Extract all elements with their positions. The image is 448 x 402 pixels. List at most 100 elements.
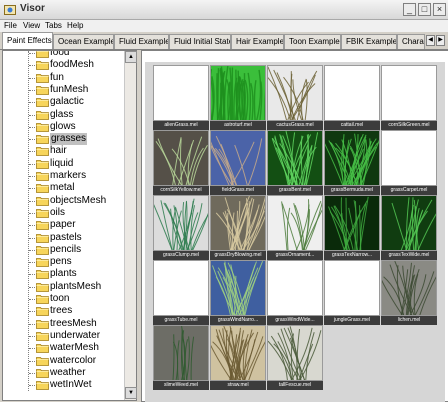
folder-icon [36,184,49,194]
tree-item-label: pencils [50,243,82,255]
grass-preview-image [210,195,266,251]
preset-thumbnail[interactable]: cornSilkGreen.mel [381,65,437,131]
tree-item-pastels[interactable]: pastels [29,232,124,244]
tree-item-grasses[interactable]: grasses [29,133,124,146]
tab-fluid-examples[interactable]: Fluid Examples [114,34,169,49]
tree-branch-line [29,163,35,165]
preset-filename: grassWindNarro... [210,316,266,325]
preset-thumbnail[interactable]: grassTube.mel [153,260,209,326]
tree-item-food[interactable]: food [29,51,124,59]
tree-item-toon[interactable]: toon [29,293,124,305]
tree-item-galactic[interactable]: galactic [29,96,124,108]
tree-item-plants[interactable]: plants [29,268,124,280]
tree-item-pencils[interactable]: pencils [29,244,124,256]
maximize-button[interactable]: □ [418,3,431,16]
tree-item-fun[interactable]: fun [29,72,124,84]
tab-hair-examples[interactable]: Hair Examples [231,34,284,49]
menu-file[interactable]: File [4,21,17,30]
preset-thumbnail[interactable]: grassTexWide.mel [381,195,437,261]
preset-thumbnail[interactable]: grassBent.mel [267,130,323,196]
tree-item-trees[interactable]: trees [29,305,124,317]
scroll-up-arrow-icon[interactable]: ▲ [125,51,137,63]
folder-icon [36,282,49,292]
tree-item-wetInWet[interactable]: wetInWet [29,379,124,391]
tab-paint-effects[interactable]: Paint Effects [2,32,53,49]
preset-filename: grassTexNarrow... [324,251,380,260]
tree-item-metal[interactable]: metal [29,182,124,194]
tab-chara[interactable]: Chara [397,34,425,49]
tree-item-label: objectsMesh [50,194,107,206]
preset-thumbnail[interactable]: slimeWeed.mel [153,325,209,391]
tab-scroll-right-button[interactable]: ▶ [436,35,445,46]
preset-thumbnail[interactable]: straw.mel [210,325,266,391]
tree-item-pens[interactable]: pens [29,256,124,268]
menu-tabs[interactable]: Tabs [45,21,62,30]
tree-branch-line [29,151,35,153]
preset-thumbnail[interactable]: grassBermuda.mel [324,130,380,196]
grass-preview-image [381,65,437,121]
preset-thumbnail[interactable]: alienGrass.mel [153,65,209,131]
tree-item-liquid[interactable]: liquid [29,158,124,170]
preset-filename: grassTube.mel [153,316,209,325]
preset-thumbnail[interactable]: grassCarpet.mel [381,130,437,196]
preset-thumbnail[interactable]: cornSilkYellow.mel [153,130,209,196]
menu-view[interactable]: View [23,21,40,30]
tree-item-paper[interactable]: paper [29,219,124,231]
tree-item-treesMesh[interactable]: treesMesh [29,318,124,330]
tab-scroll-left-button[interactable]: ◀ [426,35,435,46]
folder-icon [36,51,49,58]
folder-icon [36,61,49,71]
tree-item-oils[interactable]: oils [29,207,124,219]
close-button[interactable]: × [433,3,446,16]
tree-branch-line [29,335,35,337]
menu-bar: File View Tabs Help [0,20,448,32]
preset-thumbnail[interactable]: cattail.mel [324,65,380,131]
scroll-down-arrow-icon[interactable]: ▼ [125,387,137,399]
preset-thumbnail[interactable]: cactusGrass.mel [267,65,323,131]
minimize-button[interactable]: _ [403,3,416,16]
preset-filename: alienGrass.mel [153,121,209,130]
grass-preview-image [153,325,209,381]
tree-item-plantsMesh[interactable]: plantsMesh [29,281,124,293]
preset-thumbnail[interactable]: grassClump.mel [153,195,209,261]
tree-item-markers[interactable]: markers [29,170,124,182]
menu-help[interactable]: Help [67,21,83,30]
preset-filename: grassWindWide... [267,316,323,325]
folder-icon [36,295,49,304]
tree-item-glass[interactable]: glass [29,109,124,121]
preset-thumbnail[interactable]: astroturf.mel [210,65,266,131]
tree-item-watercolor[interactable]: watercolor [29,355,124,367]
tree-item-funMesh[interactable]: funMesh [29,84,124,96]
grass-preview-image [381,260,437,316]
preset-thumbnail[interactable]: grassTexNarrow... [324,195,380,261]
preset-thumbnail[interactable]: lichen.mel [381,260,437,326]
tree-branch-line [29,212,35,214]
tree-item-waterMesh[interactable]: waterMesh [29,342,124,354]
tree-item-weather[interactable]: weather [29,367,124,379]
tab-ocean-examples[interactable]: Ocean Examples [53,34,114,49]
tree-item-label: galactic [50,96,84,108]
tree-item-label: markers [50,170,87,181]
preset-thumbnail[interactable]: jungleGrass.mel [324,260,380,326]
folder-icon [36,110,49,120]
preset-thumbnail[interactable]: grassWindNarro... [210,260,266,326]
tree-vertical-scrollbar[interactable]: ▲ ▼ [124,51,137,400]
preset-thumbnail[interactable]: tallFescue.mel [267,325,323,391]
tree-item-glows[interactable]: glows [29,121,124,133]
tree-branch-line [29,188,35,190]
tab-toon-examples[interactable]: Toon Examples [284,34,341,49]
preset-filename: grassClump.mel [153,251,209,260]
tab-fbik-examples[interactable]: FBIK Examples [341,34,397,49]
tree-item-objectsMesh[interactable]: objectsMesh [29,195,124,207]
tab-fluid-initial-states[interactable]: Fluid Initial States [169,34,231,49]
preset-thumbnail[interactable]: fieldGrass.mel [210,130,266,196]
tree-item-hair[interactable]: hair [29,145,124,157]
preset-thumbnail[interactable]: grassDryBlowing.mel [210,195,266,261]
preset-thumbnail[interactable]: grassWindWide... [267,260,323,326]
folder-icon [36,122,49,132]
folder-icon [36,245,49,255]
preset-thumbnail[interactable]: grassOrnament... [267,195,323,261]
tree-item-foodMesh[interactable]: foodMesh [29,59,124,71]
tree-item-underwater[interactable]: underwater [29,330,124,342]
tree-item-label: pastels [50,231,82,243]
